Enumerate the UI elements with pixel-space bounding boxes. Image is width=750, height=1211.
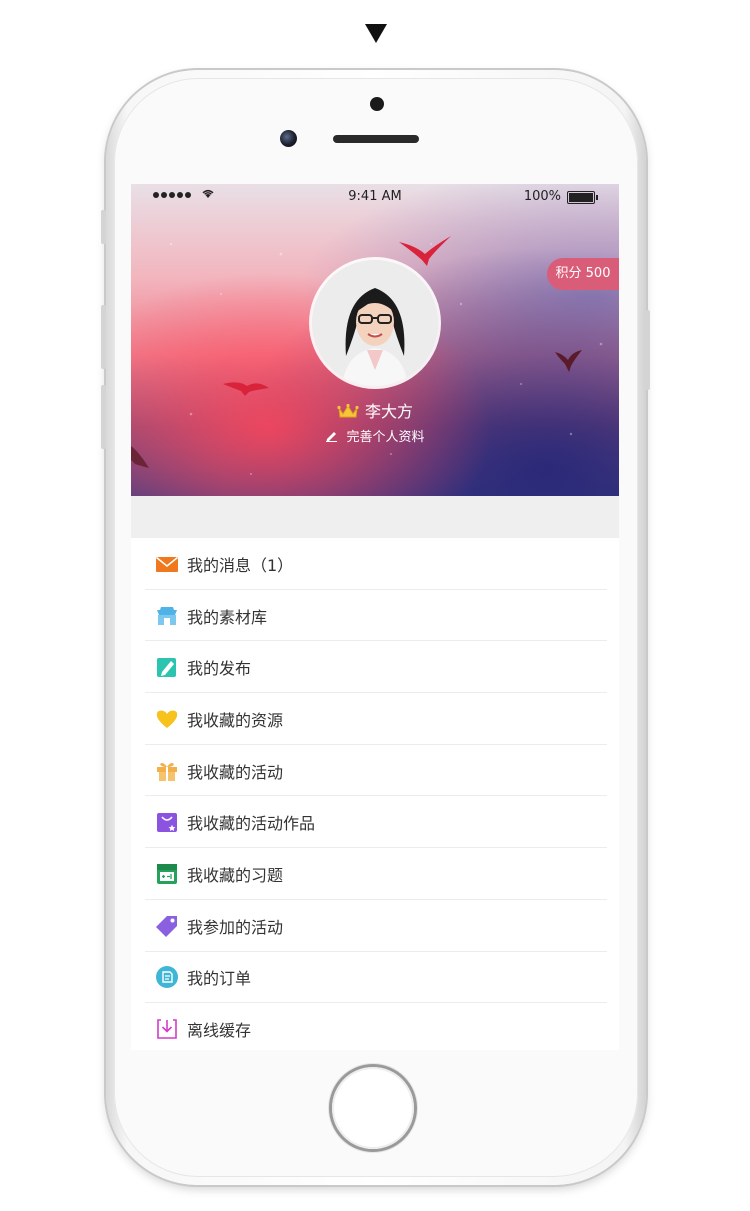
menu-label: 我的素材库 bbox=[187, 607, 268, 627]
avatar-photo bbox=[312, 260, 438, 386]
menu-item-messages[interactable]: 我的消息（1） bbox=[131, 538, 619, 590]
tag-icon bbox=[156, 915, 177, 937]
menu-item-orders[interactable]: 我的订单 bbox=[131, 952, 619, 1004]
edit-profile-link[interactable]: 完善个人资料 bbox=[131, 426, 619, 445]
crown-icon bbox=[337, 403, 359, 418]
bag-star-icon bbox=[157, 813, 177, 833]
menu-list: 我的消息（1） 我的素材库 我的发布 我收藏的资源 我收藏的活动 我收藏的活动作… bbox=[131, 538, 619, 1050]
username-row[interactable]: 李大方 bbox=[131, 398, 619, 422]
points-badge[interactable]: 积分 500 bbox=[547, 258, 619, 290]
earpiece-speaker bbox=[333, 135, 419, 143]
front-camera bbox=[280, 130, 297, 147]
volume-up-button bbox=[101, 305, 106, 369]
menu-label: 我收藏的活动 bbox=[187, 762, 284, 782]
status-bar: 9:41 AM 100% bbox=[131, 184, 619, 210]
edit-pencil-icon bbox=[326, 432, 338, 442]
volume-down-button bbox=[101, 385, 106, 449]
calculator-icon bbox=[157, 863, 177, 884]
download-icon bbox=[157, 1019, 177, 1039]
heart-icon bbox=[156, 710, 178, 728]
menu-label: 我参加的活动 bbox=[187, 917, 284, 937]
menu-item-joined-activities[interactable]: 我参加的活动 bbox=[131, 900, 619, 952]
menu-item-fav-activities[interactable]: 我收藏的活动 bbox=[131, 745, 619, 797]
menu-label: 我收藏的习题 bbox=[187, 865, 284, 885]
order-icon bbox=[156, 966, 178, 989]
menu-item-fav-exercises[interactable]: 我收藏的习题 bbox=[131, 848, 619, 900]
power-button bbox=[645, 310, 650, 390]
menu-label: 我的发布 bbox=[187, 659, 252, 679]
menu-item-fav-works[interactable]: 我收藏的活动作品 bbox=[131, 796, 619, 848]
profile-header: 9:41 AM 100% 积分 500 李大方 完善个人资料 bbox=[131, 184, 619, 496]
gift-icon bbox=[157, 762, 177, 781]
home-button[interactable] bbox=[332, 1067, 414, 1149]
avatar[interactable] bbox=[312, 260, 438, 386]
store-icon bbox=[157, 606, 177, 625]
menu-label: 我的消息（1） bbox=[187, 555, 294, 575]
menu-label: 我收藏的资源 bbox=[187, 710, 284, 730]
menu-label: 我的订单 bbox=[187, 969, 252, 989]
menu-label: 离线缓存 bbox=[187, 1021, 252, 1041]
envelope-icon bbox=[155, 556, 179, 572]
menu-item-fav-resources[interactable]: 我收藏的资源 bbox=[131, 693, 619, 745]
menu-label: 我收藏的活动作品 bbox=[187, 814, 316, 834]
username: 李大方 bbox=[364, 402, 413, 421]
edit-profile-label: 完善个人资料 bbox=[346, 430, 425, 445]
menu-item-materials[interactable]: 我的素材库 bbox=[131, 590, 619, 642]
down-arrow-icon bbox=[365, 24, 387, 43]
battery-percent: 100% bbox=[523, 189, 561, 204]
mute-switch bbox=[101, 210, 106, 244]
battery-icon bbox=[567, 191, 598, 204]
app-screen: 9:41 AM 100% 积分 500 李大方 完善个人资料 我的消息（1） 我… bbox=[131, 184, 619, 1050]
pencil-icon bbox=[157, 658, 176, 678]
menu-item-publish[interactable]: 我的发布 bbox=[131, 641, 619, 693]
section-divider bbox=[131, 496, 619, 538]
proximity-sensor bbox=[370, 97, 384, 111]
menu-item-offline-cache[interactable]: 离线缓存 bbox=[131, 1003, 619, 1050]
